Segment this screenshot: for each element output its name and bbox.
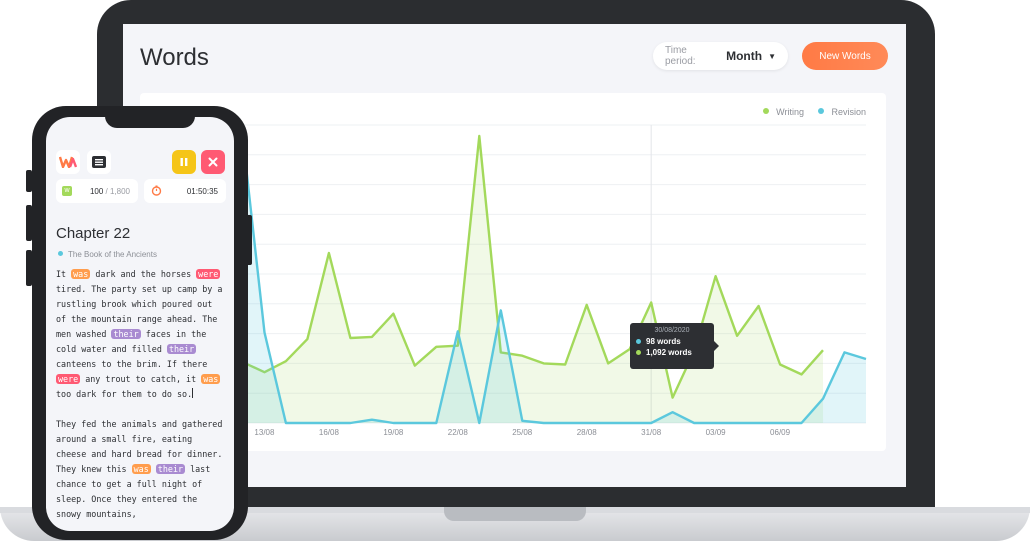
list-icon [92, 156, 106, 168]
tooltip-writing-value: 1,092 words [646, 348, 692, 357]
x-tick-label: 28/08 [577, 428, 598, 437]
text-run: dark and the horses [90, 269, 197, 279]
manuscript-paragraph[interactable]: It was dark and the horses were tired. T… [56, 267, 226, 402]
phone-power-button [246, 215, 252, 265]
time-period-select[interactable]: Time period: Month ▼ [653, 42, 788, 70]
text-caret [192, 388, 194, 398]
text-run: It [56, 269, 72, 279]
x-tick-label: 13/08 [254, 428, 275, 437]
chapter-title: Chapter 22 [56, 225, 131, 242]
word-count-value: 100 [89, 187, 104, 196]
writing-dot-icon [636, 350, 641, 355]
book-title: The Book of the Ancients [68, 250, 157, 259]
highlighted-word: was [131, 464, 151, 474]
x-tick-label: 31/08 [641, 428, 662, 437]
phone-app-screen: w 100 / 1,800 01:50:35 Chapter 22 The Bo… [46, 117, 234, 531]
wa-logo-icon [59, 156, 77, 168]
chart-plot[interactable]: 10/0813/0816/0819/0822/0825/0828/0831/08… [140, 93, 886, 451]
x-tick-label: 25/08 [512, 428, 533, 437]
highlighted-word: their [111, 329, 141, 339]
phone-volume-up-button [26, 205, 32, 241]
app-logo[interactable] [56, 150, 80, 174]
close-icon [208, 157, 218, 167]
pause-button[interactable] [172, 150, 196, 174]
word-count-card: w 100 / 1,800 [56, 179, 138, 203]
highlighted-word: their [155, 464, 186, 474]
chevron-down-icon: ▼ [768, 51, 776, 61]
pause-icon [180, 158, 188, 166]
highlighted-word: were [56, 374, 81, 384]
text-run: any trout to catch, it [80, 374, 202, 384]
highlighted-word: were [196, 269, 221, 279]
page-title: Words [140, 44, 209, 71]
book-dot-icon [58, 251, 63, 256]
x-tick-label: 16/08 [319, 428, 340, 437]
time-period-value: Month [726, 49, 763, 63]
x-tick-label: 06/09 [770, 428, 791, 437]
phone-notch [105, 106, 195, 128]
phone-side-button [26, 170, 32, 192]
timer-card: 01:50:35 [144, 179, 226, 203]
time-period-label: Time period: [665, 45, 696, 67]
revision-dot-icon [636, 339, 641, 344]
tooltip-revision-value: 98 words [646, 337, 681, 346]
word-goal-value: / 1,800 [105, 187, 130, 196]
phone-volume-down-button [26, 250, 32, 286]
highlighted-word: their [166, 344, 197, 354]
timer-value: 01:50:35 [186, 187, 218, 196]
x-tick-label: 03/09 [706, 428, 727, 437]
book-label: The Book of the Ancients [58, 250, 157, 259]
highlighted-word: was [201, 374, 221, 384]
laptop-notch [444, 507, 586, 521]
chart-tooltip: 30/08/2020 98 words 1,092 words [630, 323, 719, 369]
words-chart: Writing Revision 10/0813/0816/0819/0822/… [140, 93, 886, 451]
highlighted-word: was [71, 269, 91, 279]
menu-button[interactable] [87, 150, 111, 174]
manuscript-editor[interactable]: It was dark and the horses were tired. T… [56, 267, 226, 531]
word-count-icon: w [62, 186, 72, 196]
close-button[interactable] [201, 150, 225, 174]
x-tick-label: 22/08 [448, 428, 469, 437]
new-words-button[interactable]: New Words [802, 42, 888, 70]
stopwatch-icon [151, 185, 162, 196]
tooltip-writing-row: 1,092 words [636, 348, 708, 357]
text-run: too dark for them to do so. [56, 389, 193, 399]
tooltip-date: 30/08/2020 [654, 327, 690, 334]
manuscript-paragraph[interactable]: They fed the animals and gathered around… [56, 417, 226, 522]
x-tick-label: 19/08 [383, 428, 404, 437]
tooltip-revision-row: 98 words [636, 337, 708, 346]
text-run: canteens to the brim. If there [56, 359, 208, 369]
